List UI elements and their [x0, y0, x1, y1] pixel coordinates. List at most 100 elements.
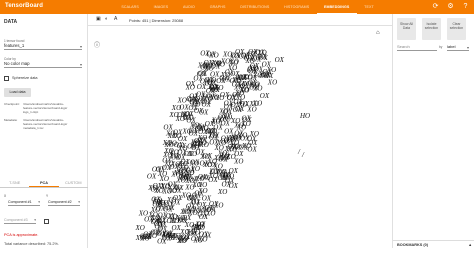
point-label: OX	[221, 120, 231, 128]
point-label: XO	[176, 237, 186, 245]
color-by-select[interactable]: No color map ▾	[4, 61, 82, 68]
tab-histograms[interactable]: HISTOGRAMS	[277, 0, 317, 14]
point-label: OX	[260, 92, 270, 100]
point-label: XO	[148, 211, 158, 219]
tab-embeddings[interactable]: EMBEDDINGS	[316, 0, 357, 14]
sphereize-label: Sphereize data	[12, 76, 38, 80]
tab-distributions[interactable]: DISTRIBUTIONS	[233, 0, 277, 14]
component-z-select[interactable]: Component #3 ▾	[4, 218, 36, 224]
metadata-key: Metadata:	[4, 118, 18, 122]
refresh-icon[interactable]: ⟳	[431, 2, 440, 11]
point-label: XO	[147, 184, 157, 192]
variance-text: Total variance described: 75.2%.	[4, 242, 59, 246]
point-label: OX	[157, 238, 167, 246]
point-label: XO	[233, 121, 243, 129]
point-label: OX	[192, 122, 202, 130]
point-label: XO	[177, 96, 187, 104]
point-label: XO	[217, 188, 227, 196]
app-title: TensorBoard	[5, 3, 43, 9]
tab-graphs[interactable]: GRAPHS	[202, 0, 233, 14]
point-label: OX	[231, 51, 241, 59]
point-label: XO	[182, 127, 192, 135]
point-label: XO	[194, 175, 204, 183]
tab-audio[interactable]: AUDIO	[176, 0, 203, 14]
bookmarks-label: BOOKMARKS (0)	[397, 243, 429, 247]
point-label: OX	[252, 55, 262, 63]
by-label: by	[439, 45, 443, 49]
point-label: XO	[157, 170, 167, 178]
show-all-data-button[interactable]: Show All Data	[397, 18, 416, 40]
checkpoint-line: logs_1.ckpt	[23, 110, 39, 115]
select-box-icon[interactable]: ▣	[96, 17, 101, 22]
clear-selection-button[interactable]: Clear selection	[447, 18, 466, 40]
point-label: OX	[191, 144, 201, 152]
load-data-button[interactable]: Load data	[4, 88, 31, 97]
left-panel: DATA 1 tensor found features_1 ▾ Color b…	[0, 14, 88, 248]
point-label: XO	[228, 134, 238, 142]
help-icon[interactable]: ?	[461, 2, 470, 11]
point-label: OX	[165, 204, 175, 212]
point-label: XO	[177, 145, 187, 153]
point-label: OX	[170, 184, 180, 192]
component-x-select[interactable]: Component #1 ▾	[8, 200, 40, 206]
point-label: OX	[206, 127, 216, 135]
point-label: OX	[189, 98, 199, 106]
bookmarks-bar[interactable]: BOOKMARKS (0) ▴	[393, 240, 474, 248]
label-icon[interactable]: A	[114, 17, 119, 22]
tensor-select[interactable]: features_1 ▾	[4, 43, 82, 50]
point-label: XO	[267, 79, 277, 87]
point-label: OX	[162, 157, 172, 165]
point-label: OX	[197, 201, 207, 209]
point-label: OX	[200, 49, 210, 57]
component-z-checkbox[interactable]	[44, 219, 49, 224]
point-label: OX	[184, 110, 194, 118]
point-label: OX	[151, 196, 161, 204]
point-label: XO	[239, 87, 249, 95]
search-by-select[interactable]: label ▾	[447, 44, 469, 51]
point-label: XO	[135, 224, 145, 232]
checkpoint-key: Checkpoint:	[4, 102, 20, 106]
tab-text[interactable]: TEXT	[357, 0, 381, 14]
chevron-down-icon: ▾	[79, 44, 82, 49]
chevron-down-icon: ▾	[466, 45, 469, 50]
tab-tsne[interactable]: T-SNE	[0, 178, 29, 187]
search-input[interactable]: Search	[397, 44, 437, 51]
tab-scalars[interactable]: SCALARS	[114, 0, 146, 14]
sphereize-checkbox[interactable]	[4, 76, 9, 81]
tab-pca[interactable]: PCA	[29, 178, 59, 187]
scatter-points[interactable]: OXXOXOOXOXXOOXOXOXXOXOOXXOOXXOOXOXOX XOXO…	[88, 26, 392, 248]
component-x-value: Component #1	[8, 200, 32, 204]
checkpoint-value: /Users/andrewmartin/visualize- feature-v…	[23, 102, 67, 115]
point-label: XO	[199, 153, 209, 161]
point-label: XO	[249, 130, 259, 138]
question-icon[interactable]: ⓘ	[94, 40, 100, 49]
component-y-select[interactable]: Component #2 ▾	[48, 200, 80, 206]
search-by-value: label	[447, 44, 456, 49]
tensor-select-value: features_1	[4, 43, 25, 48]
point-label: OX	[140, 233, 150, 241]
point-label: OX	[229, 167, 239, 175]
metadata-line: metadata_1.tsv	[23, 126, 44, 131]
point-label: HO	[299, 112, 310, 120]
tab-images[interactable]: IMAGES	[146, 0, 175, 14]
isolate-selection-button[interactable]: Isolate selection	[422, 18, 441, 40]
point-label: OX	[220, 171, 230, 179]
point-label: XO	[211, 59, 221, 67]
home-icon[interactable]: ⌂	[376, 30, 380, 36]
point-label: OX	[223, 108, 233, 116]
point-label: XO	[248, 64, 258, 72]
settings-icon[interactable]: ⚙	[446, 2, 455, 11]
point-label: OX	[230, 70, 240, 78]
tab-custom[interactable]: CUSTOM	[59, 178, 88, 187]
point-label: OX	[235, 105, 245, 113]
night-mode-icon[interactable]: ◐	[105, 17, 110, 22]
data-section-title: DATA	[4, 19, 18, 25]
point-label: XO	[185, 228, 195, 236]
right-panel: Show All Data Isolate selection Clear se…	[392, 14, 474, 248]
point-label: OX	[239, 143, 249, 151]
point-label: OX	[192, 192, 202, 200]
projection-canvas[interactable]: ⓘ ⌂ OX XO XO OX OX XO OX OX OX XO XO OX XO OX XO OX OX OX…	[88, 26, 392, 248]
point-label: OX	[230, 77, 240, 85]
point-label: OX	[275, 56, 285, 64]
point-label: OX	[242, 116, 252, 124]
